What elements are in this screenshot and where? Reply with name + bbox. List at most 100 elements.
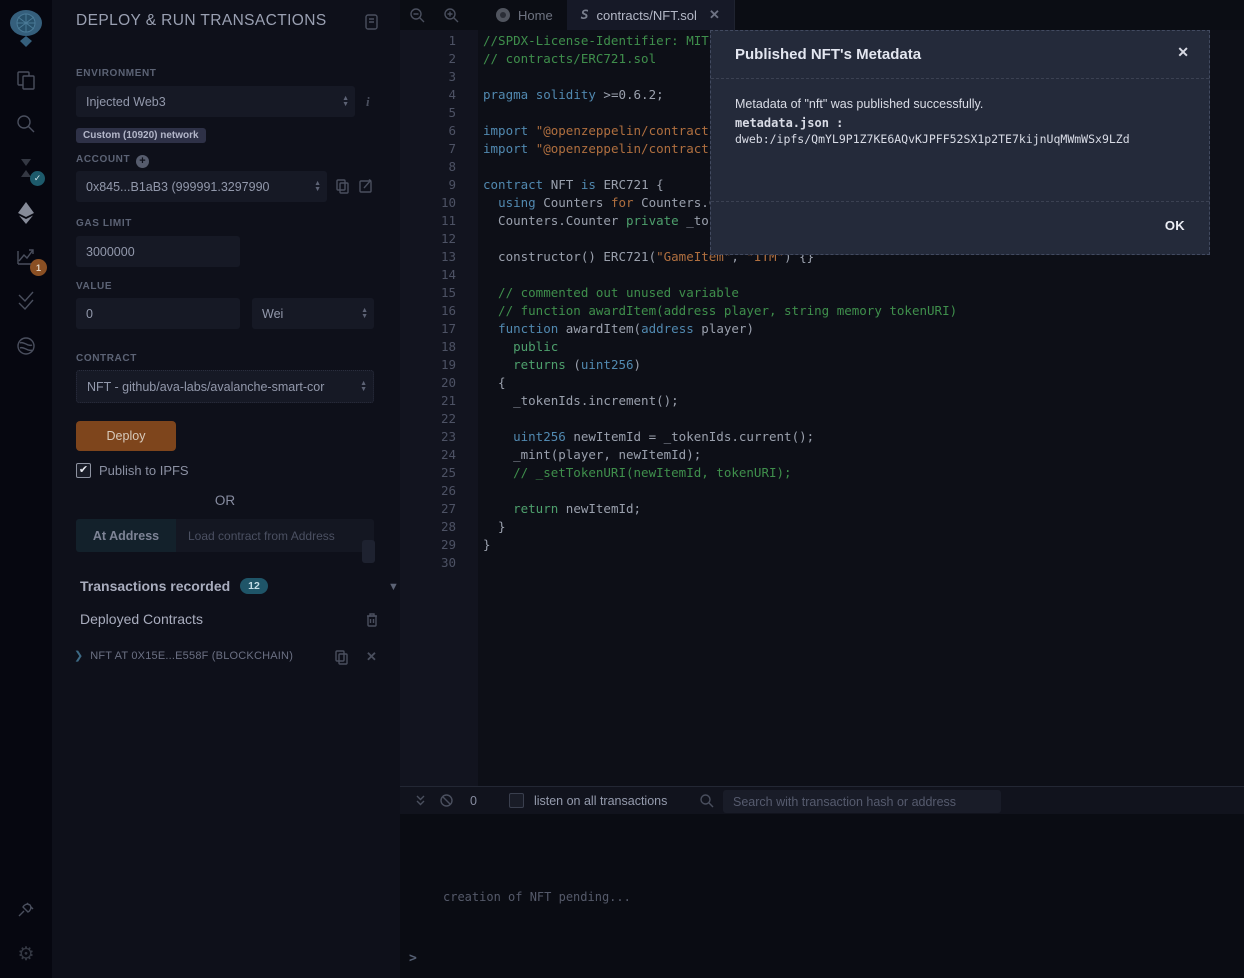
- network-badge: Custom (10920) network: [76, 128, 206, 143]
- chevron-updown-icon: ▲▼: [361, 308, 368, 320]
- terminal: 0 ✔ listen on all transactions creation …: [400, 786, 1244, 978]
- ok-button[interactable]: OK: [1165, 218, 1185, 233]
- metadata-filename: metadata.json :: [735, 116, 1185, 130]
- files-icon: [15, 69, 37, 91]
- icon-sidebar: ✓ 1 ⚙: [0, 0, 52, 978]
- close-tab-icon[interactable]: ✕: [709, 7, 720, 23]
- code-line: 14: [400, 266, 1244, 284]
- sidebar-item-debugger[interactable]: [10, 330, 42, 362]
- gas-limit-value: 3000000: [86, 245, 135, 259]
- sidebar-item-unit-testing[interactable]: [10, 285, 42, 317]
- publish-ipfs-row: ✔ Publish to IPFS: [76, 463, 189, 478]
- modal-header: Published NFT's Metadata ✕: [711, 31, 1209, 79]
- account-label: ACCOUNT+: [76, 154, 149, 168]
- environment-info-icon[interactable]: i: [366, 94, 370, 110]
- tab-nft-sol[interactable]: S contracts/NFT.sol ✕: [567, 0, 735, 30]
- documentation-icon[interactable]: [364, 14, 379, 35]
- terminal-toolbar: 0 ✔ listen on all transactions: [400, 786, 1244, 814]
- deployed-contracts-label: Deployed Contracts: [80, 611, 203, 627]
- sidebar-item-search[interactable]: [10, 108, 42, 140]
- listen-transactions-checkbox[interactable]: ✔: [509, 793, 524, 808]
- tab-home[interactable]: Home: [482, 0, 567, 30]
- clear-console-icon[interactable]: [439, 793, 454, 808]
- transactions-recorded-row[interactable]: Transactions recorded 12: [80, 578, 268, 594]
- remix-logo-icon[interactable]: [5, 4, 47, 50]
- zoom-in-button[interactable]: [434, 0, 468, 30]
- remove-contract-icon[interactable]: ✕: [366, 649, 377, 665]
- publish-ipfs-label: Publish to IPFS: [99, 463, 189, 478]
- contract-select[interactable]: NFT - github/ava-labs/avalanche-smart-co…: [76, 370, 374, 403]
- code-line: 15 // commented out unused variable: [400, 284, 1244, 302]
- value-input[interactable]: 0: [76, 298, 240, 329]
- remix-home-icon: [496, 8, 510, 22]
- plug-icon: [15, 898, 37, 920]
- gear-icon: ⚙: [17, 943, 34, 966]
- sidebar-item-deploy-run[interactable]: [10, 197, 42, 229]
- zoom-out-button[interactable]: [400, 0, 434, 30]
- modal-body: Metadata of "nft" was published successf…: [735, 97, 1185, 146]
- modal-close-icon[interactable]: ✕: [1177, 44, 1189, 61]
- sidebar-item-plugin-manager[interactable]: [10, 893, 42, 925]
- gas-limit-input[interactable]: 3000000: [76, 236, 240, 267]
- solidity-file-icon: S: [581, 8, 589, 23]
- sidebar-item-settings[interactable]: ⚙: [10, 938, 42, 970]
- ethereum-icon: [15, 201, 37, 225]
- value-unit: Wei: [262, 307, 283, 321]
- code-line: 24 _mint(player, newItemId);: [400, 446, 1244, 464]
- listen-transactions-label: listen on all transactions: [534, 794, 667, 808]
- code-line: 23 uint256 newItemId = _tokenIds.current…: [400, 428, 1244, 446]
- code-line: 19 returns (uint256): [400, 356, 1244, 374]
- published-metadata-modal: Published NFT's Metadata ✕ Metadata of "…: [710, 30, 1210, 255]
- code-line: 16 // function awardItem(address player,…: [400, 302, 1244, 320]
- or-divider: OR: [76, 493, 374, 508]
- double-check-icon: [15, 290, 37, 312]
- sidebar-item-analytics[interactable]: 1: [10, 241, 42, 273]
- zoom-in-icon: [443, 7, 459, 23]
- code-line: 21 _tokenIds.increment();: [400, 392, 1244, 410]
- edit-account-icon[interactable]: [358, 178, 374, 199]
- code-line: 30: [400, 554, 1244, 572]
- account-value: 0x845...B1aB3 (999991.3297990: [86, 180, 270, 194]
- environment-value: Injected Web3: [86, 95, 166, 109]
- add-account-icon[interactable]: +: [136, 155, 149, 168]
- copy-contract-icon[interactable]: [334, 649, 349, 670]
- code-line: 22: [400, 410, 1244, 428]
- contract-label: CONTRACT: [76, 353, 137, 364]
- code-line: 25 // _setTokenURI(newItemId, tokenURI);: [400, 464, 1244, 482]
- environment-select[interactable]: Injected Web3 ▲▼: [76, 86, 355, 117]
- deployed-contract-row[interactable]: ❯ NFT AT 0X15E...E558F (BLOCKCHAIN): [74, 649, 293, 662]
- sidebar-item-solidity-compiler[interactable]: ✓: [10, 152, 42, 184]
- gas-limit-label: GAS LIMIT: [76, 218, 132, 229]
- chevron-down-icon[interactable]: ▼: [388, 581, 399, 593]
- chevron-right-icon: ❯: [74, 649, 83, 662]
- at-address-input[interactable]: [176, 519, 374, 552]
- modal-footer: OK: [711, 201, 1209, 256]
- zoom-out-icon: [409, 7, 425, 23]
- terminal-prompt[interactable]: >: [409, 951, 417, 966]
- compiler-success-badge: ✓: [30, 171, 45, 186]
- account-select[interactable]: 0x845...B1aB3 (999991.3297990 ▲▼: [76, 171, 327, 202]
- modal-title: Published NFT's Metadata: [735, 46, 921, 63]
- code-line: 28 }: [400, 518, 1244, 536]
- at-address-button[interactable]: At Address: [76, 519, 176, 552]
- code-line: 17 function awardItem(address player): [400, 320, 1244, 338]
- trash-icon[interactable]: [365, 612, 379, 633]
- panel-scrollbar-thumb[interactable]: [362, 540, 375, 563]
- tab-file-label: contracts/NFT.sol: [597, 8, 697, 23]
- value-unit-select[interactable]: Wei ▲▼: [252, 298, 374, 329]
- tab-home-label: Home: [518, 8, 553, 23]
- tab-bar: Home S contracts/NFT.sol ✕: [400, 0, 1244, 30]
- code-line: 26: [400, 482, 1244, 500]
- code-line: 27 return newItemId;: [400, 500, 1244, 518]
- copy-account-icon[interactable]: [335, 178, 350, 199]
- deployed-contract-label: NFT AT 0X15E...E558F (BLOCKCHAIN): [90, 650, 293, 662]
- terminal-search-input[interactable]: [723, 790, 1001, 813]
- deploy-button[interactable]: Deploy: [76, 421, 176, 451]
- swirl-icon: [15, 335, 37, 357]
- publish-ipfs-checkbox[interactable]: ✔: [76, 463, 91, 478]
- ipfs-url: dweb:/ipfs/QmYL9P1Z7KE6AQvKJPFF52SX1p2TE…: [735, 132, 1185, 146]
- modal-message: Metadata of "nft" was published successf…: [735, 97, 1185, 111]
- chevron-updown-icon: ▲▼: [314, 181, 321, 193]
- collapse-terminal-icon[interactable]: [414, 794, 427, 808]
- sidebar-item-file-explorer[interactable]: [10, 64, 42, 96]
